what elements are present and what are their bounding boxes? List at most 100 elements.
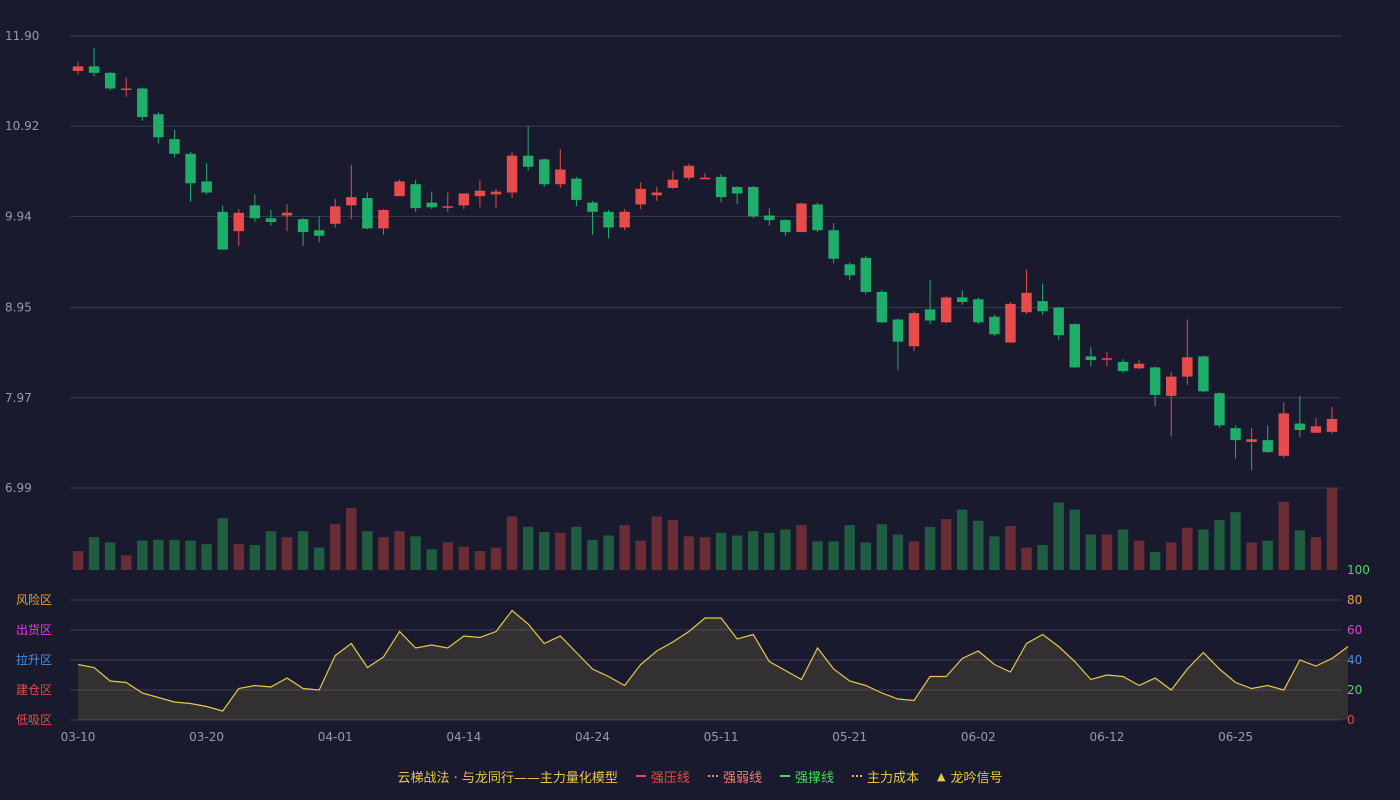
candle-body [1278, 413, 1289, 456]
candle-body [233, 212, 244, 232]
candle-body [989, 316, 1000, 335]
volume-bar [72, 551, 84, 570]
volume-bar [1278, 501, 1289, 570]
volume-bar [330, 524, 341, 570]
volume-bar [1326, 488, 1338, 570]
legend-label: 强弱线 [722, 770, 762, 786]
volume-bar [860, 542, 871, 570]
legend-item[interactable]: 强弱线 [707, 767, 762, 786]
candle-body [1021, 292, 1032, 313]
volume-bar [522, 526, 534, 570]
candle-body [169, 139, 180, 154]
volume-bar [812, 541, 823, 570]
volume-bar [780, 529, 791, 570]
legend-item[interactable]: 云梯战法 · 与龙同行——主力量化模型 [398, 767, 618, 786]
volume-bar [1310, 537, 1322, 570]
volume-bar [378, 537, 389, 570]
x-tick-label: 05-11 [704, 730, 739, 744]
candle-body [619, 211, 630, 228]
volume-bar [924, 526, 936, 570]
volume-bar [153, 539, 164, 570]
candle-body [137, 88, 148, 118]
volume-bar [1053, 502, 1064, 570]
candle-body [764, 215, 775, 221]
volume-bar [892, 534, 904, 570]
volume-bar [442, 542, 453, 570]
candle-body [828, 230, 839, 259]
candle-body [876, 291, 888, 323]
candle-body [346, 197, 357, 206]
candle-body [313, 230, 325, 236]
candle-body [860, 257, 871, 292]
volume-bar [651, 516, 662, 570]
candle-body [458, 193, 470, 206]
candle-body [1101, 358, 1113, 360]
candle-body [844, 264, 855, 276]
volume-bar [265, 531, 277, 570]
legend-item[interactable]: ▲ 龙吟信号 [937, 767, 1002, 786]
triangle-icon: ▲ [936, 769, 946, 783]
risk-tick-label: 20 [1347, 683, 1362, 697]
candle-body [1133, 363, 1145, 369]
candle-body [394, 181, 405, 197]
volume-bar [281, 537, 293, 570]
candle-body [330, 206, 341, 224]
candle-body [506, 155, 518, 193]
candlestick-chart: 11.90 10.92 9.94 8.95 7.97 6.99 100 80 60 40 20 0 风险… [0, 0, 1400, 760]
volume-bar [137, 540, 148, 570]
candle-body [1117, 361, 1129, 372]
risk-tick-label: 80 [1347, 593, 1362, 607]
candle-body [1053, 307, 1064, 336]
legend-label: 云梯战法 · 与龙同行——主力量化模型 [397, 770, 618, 786]
volume-bar [490, 547, 502, 570]
risk-tick-label: 40 [1347, 653, 1362, 667]
x-tick-label: 06-25 [1218, 730, 1253, 744]
candle-body [1214, 393, 1225, 426]
candle-body [201, 181, 212, 193]
volume-bar [828, 541, 839, 570]
volume-bar [764, 532, 775, 570]
legend-item[interactable]: 强撑线 [779, 767, 834, 786]
x-tick-label: 05-21 [832, 730, 867, 744]
candle-body [683, 165, 695, 178]
legend-label: 强压线 [650, 770, 690, 786]
candle-body [635, 188, 646, 205]
x-tick-label: 03-20 [189, 730, 224, 744]
risk-tick-label: 100 [1347, 563, 1370, 577]
candle-body [731, 186, 743, 194]
candle-body [1294, 423, 1306, 431]
x-tick-label: 06-12 [1089, 730, 1124, 744]
volume-bar [233, 544, 244, 570]
candle-body [603, 211, 614, 228]
volume-bar [1246, 542, 1257, 570]
volume-bar [731, 535, 743, 570]
volume-bar [539, 532, 550, 570]
volume-bar [426, 549, 437, 570]
legend-swatch [851, 775, 862, 777]
risk-zone-label: 低吸区 [16, 713, 52, 727]
candle-body [88, 66, 100, 73]
candle-body [378, 209, 389, 229]
volume-bar [1133, 540, 1145, 570]
volume-bar [603, 535, 614, 570]
risk-zone-label: 出货区 [16, 622, 52, 637]
volume-bar [506, 516, 518, 570]
volume-bar [1198, 529, 1209, 570]
legend-label: 龙吟信号 [950, 770, 1003, 786]
candle-body [362, 198, 373, 229]
candle-body [1166, 376, 1177, 396]
candle-body [699, 177, 711, 180]
candle-body [104, 72, 116, 89]
candle-body [281, 212, 293, 216]
volume-bar [715, 532, 727, 570]
candle-body [892, 319, 904, 342]
volume-bar [88, 537, 100, 570]
volume-bar [1182, 527, 1193, 570]
candle-body [715, 176, 727, 198]
volume-bar [217, 518, 228, 570]
candle-body [1005, 303, 1016, 343]
risk-tick-label: 0 [1347, 713, 1355, 727]
candle-body [908, 313, 920, 347]
legend-item[interactable]: 强压线 [635, 767, 690, 786]
legend-item[interactable]: 主力成本 [851, 767, 919, 786]
